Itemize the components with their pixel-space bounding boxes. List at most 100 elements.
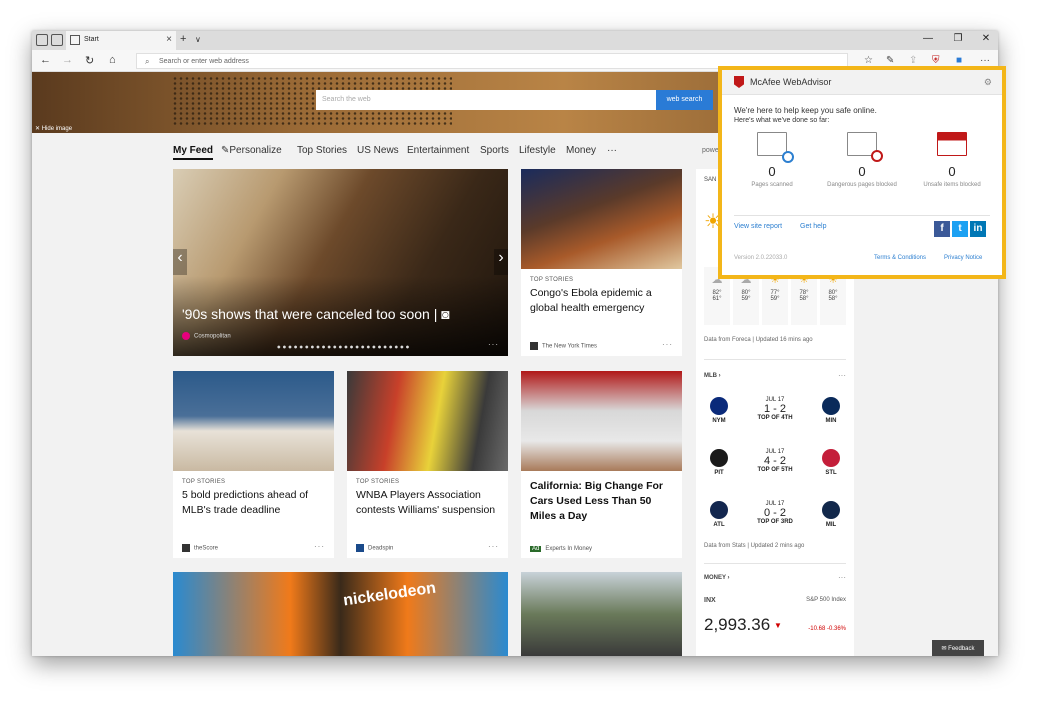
game-score[interactable]: JUL 17 1 - 2 TOP OF 4TH bbox=[745, 397, 805, 421]
team-code: STL bbox=[825, 470, 837, 476]
minimize-button[interactable]: — bbox=[918, 33, 938, 44]
back-icon[interactable]: ← bbox=[40, 54, 51, 66]
story-card[interactable]: TOP STORIES Congo's Ebola epidemic a glo… bbox=[521, 169, 682, 356]
carousel-next-icon[interactable]: › bbox=[494, 249, 508, 275]
more-options-icon[interactable]: ··· bbox=[838, 573, 846, 582]
tab-sports[interactable]: Sports bbox=[480, 145, 509, 156]
extension-icon[interactable]: ■ bbox=[956, 55, 962, 66]
game-score[interactable]: JUL 17 0 - 2 TOP OF 3RD bbox=[745, 501, 805, 525]
money-title[interactable]: MONEY › bbox=[704, 575, 730, 581]
close-window-button[interactable]: ✕ bbox=[976, 33, 996, 44]
tab-entertainment[interactable]: Entertainment bbox=[407, 145, 469, 156]
gear-icon[interactable]: ⚙ bbox=[984, 77, 992, 88]
more-options-icon[interactable]: ··· bbox=[662, 340, 673, 349]
source-logo bbox=[530, 342, 538, 350]
tab-top-stories[interactable]: Top Stories bbox=[297, 145, 347, 156]
mlb-title[interactable]: MLB › bbox=[704, 373, 721, 379]
get-help-link[interactable]: Get help bbox=[800, 223, 826, 230]
linkedin-icon[interactable]: in bbox=[970, 221, 986, 237]
carousel-pager[interactable] bbox=[276, 345, 411, 349]
team-home: STL bbox=[816, 449, 846, 476]
story-card[interactable] bbox=[521, 572, 682, 656]
story-card[interactable]: TOP STORIES 5 bold predictions ahead of … bbox=[173, 371, 334, 558]
score-value: 1 - 2 bbox=[763, 403, 786, 415]
close-tab-icon[interactable]: × bbox=[166, 34, 172, 45]
story-card[interactable]: TOP STORIES WNBA Players Association con… bbox=[347, 371, 508, 558]
tab-my-feed[interactable]: My Feed bbox=[173, 145, 214, 160]
facebook-icon[interactable]: f bbox=[934, 221, 950, 237]
forward-icon[interactable]: → bbox=[62, 54, 73, 66]
web-search-input[interactable]: Search the web bbox=[316, 90, 656, 110]
carousel-prev-icon[interactable]: ‹ bbox=[173, 249, 187, 275]
set-aside-tabs-icon[interactable] bbox=[51, 34, 63, 46]
tab-more[interactable]: ··· bbox=[607, 145, 617, 156]
more-options-icon[interactable]: ··· bbox=[488, 542, 499, 551]
tab-lifestyle[interactable]: Lifestyle bbox=[519, 145, 556, 156]
source-name: theScore bbox=[194, 545, 219, 552]
tab-us-news[interactable]: US News bbox=[357, 145, 399, 156]
tab-title: Start bbox=[84, 36, 99, 43]
down-arrow-icon: ▼ bbox=[774, 621, 782, 630]
story-image bbox=[521, 572, 682, 656]
more-icon[interactable]: ··· bbox=[980, 55, 990, 66]
index-symbol[interactable]: INX bbox=[704, 597, 716, 604]
team-logo-icon bbox=[710, 397, 728, 415]
index-value: 2,993.36 bbox=[704, 615, 771, 634]
weather-location[interactable]: SAN bbox=[704, 177, 716, 183]
web-search-button[interactable]: web search bbox=[656, 90, 713, 110]
more-options-icon[interactable]: ··· bbox=[314, 542, 325, 551]
mcafee-extension-icon[interactable]: ⛨ bbox=[932, 55, 940, 66]
story-source: theScore bbox=[182, 544, 218, 552]
stat-value: 0 bbox=[858, 164, 866, 179]
team-code: MIL bbox=[825, 522, 837, 528]
new-tab-icon[interactable]: + bbox=[180, 33, 186, 45]
mcafee-shield-icon bbox=[734, 76, 744, 88]
tab-actions-icon[interactable] bbox=[36, 34, 48, 46]
story-body: California: Big Change For Cars Used Les… bbox=[530, 479, 673, 524]
forecast-low: 58° bbox=[799, 296, 809, 302]
favorites-star-icon[interactable]: ☆ bbox=[864, 55, 873, 66]
team-away: ATL bbox=[704, 501, 734, 528]
story-card-featured[interactable]: ‹ › '90s shows that were canceled too so… bbox=[173, 169, 508, 356]
score-value: 0 - 2 bbox=[763, 507, 786, 519]
team-home: MIL bbox=[816, 501, 846, 528]
privacy-link[interactable]: Privacy Notice bbox=[944, 255, 982, 261]
personalize-label: Personalize bbox=[229, 145, 282, 156]
more-options-icon[interactable]: ··· bbox=[838, 371, 846, 380]
forecast-low: 61° bbox=[712, 296, 722, 302]
stat-label: Unsafe items blocked bbox=[923, 182, 981, 188]
tab-money[interactable]: Money bbox=[566, 145, 596, 156]
tab-personalize[interactable]: ✎ Personalize bbox=[221, 145, 282, 156]
mlb-source: Data from Stats | Updated 2 mins ago bbox=[704, 543, 805, 549]
team-away: PIT bbox=[704, 449, 734, 476]
more-options-icon[interactable]: ··· bbox=[488, 340, 499, 349]
home-icon[interactable]: ⌂ bbox=[109, 54, 116, 66]
source-logo bbox=[182, 332, 190, 340]
story-title: California: Big Change For Cars Used Les… bbox=[530, 480, 664, 522]
address-placeholder: Search or enter web address bbox=[159, 58, 249, 65]
source-name: Deadspin bbox=[368, 545, 394, 552]
terms-link[interactable]: Terms & Conditions bbox=[874, 255, 926, 261]
powered-by-text: powe bbox=[702, 147, 719, 154]
twitter-icon[interactable]: t bbox=[952, 221, 968, 237]
pen-icon[interactable]: ✎ bbox=[886, 55, 894, 66]
refresh-icon[interactable]: ↻ bbox=[85, 54, 94, 67]
tab-start[interactable]: Start × bbox=[66, 31, 176, 50]
share-icon[interactable]: ⇪ bbox=[909, 55, 917, 66]
ad-card[interactable]: California: Big Change For Cars Used Les… bbox=[521, 371, 682, 558]
view-site-report-link[interactable]: View site report bbox=[734, 223, 782, 230]
divider bbox=[704, 563, 846, 564]
forecast-low: 58° bbox=[828, 296, 838, 302]
game-status: TOP OF 4TH bbox=[757, 415, 793, 421]
story-card[interactable]: nickelodeon bbox=[173, 572, 508, 656]
stat-unsafe-items: 0 Unsafe items blocked bbox=[907, 132, 997, 190]
maximize-button[interactable]: ❐ bbox=[948, 33, 968, 44]
game-score[interactable]: JUL 17 4 - 2 TOP OF 5TH bbox=[745, 449, 805, 473]
feedback-button[interactable]: ✉ Feedback bbox=[932, 640, 984, 656]
popup-header: McAfee WebAdvisor ⚙ bbox=[722, 70, 1002, 95]
chevron-down-icon[interactable]: ∨ bbox=[195, 35, 201, 44]
featured-title-text: '90s shows that were canceled too soon bbox=[182, 306, 430, 322]
hide-image-link[interactable]: ✕ Hide image bbox=[35, 125, 72, 132]
stat-label: Pages scanned bbox=[751, 182, 793, 188]
team-logo-icon bbox=[710, 501, 728, 519]
